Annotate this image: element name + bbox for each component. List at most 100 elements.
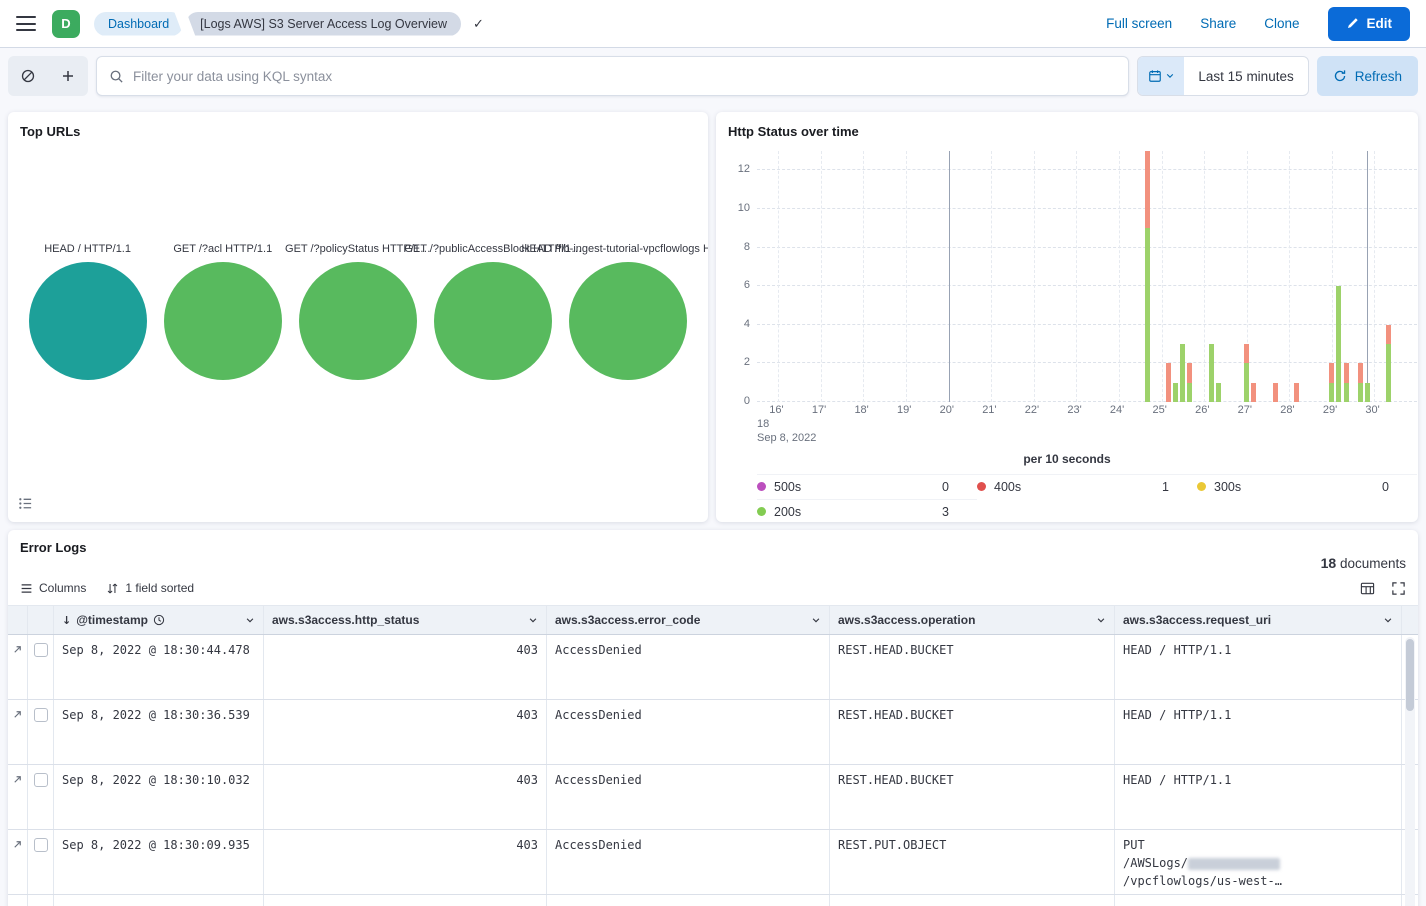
- legend-value: 3: [942, 505, 949, 519]
- column-header-request-uri[interactable]: aws.s3access.request_uri: [1115, 606, 1402, 634]
- kql-input[interactable]: [133, 69, 1116, 84]
- http-status-panel: Http Status over time 024681012 16'17'18…: [716, 112, 1418, 522]
- bar-200s[interactable]: [1180, 344, 1185, 402]
- chevron-down-icon: [1096, 615, 1106, 625]
- dashboard-row: Top URLs HEAD / HTTP/1.1GET /?acl HTTP/1…: [8, 112, 1418, 522]
- cell-timestamp: Sep 8, 2022 @ 18:30:09.935: [54, 830, 264, 894]
- bar-400s[interactable]: [1251, 383, 1256, 402]
- x-gridline: [991, 151, 992, 402]
- expand-document-button[interactable]: [8, 765, 28, 829]
- column-header-operation[interactable]: aws.s3access.operation: [830, 606, 1115, 634]
- expand-document-button[interactable]: [8, 700, 28, 764]
- pencil-icon: [1346, 17, 1359, 30]
- legend-item[interactable]: 200s3: [757, 499, 977, 523]
- x-axis-label: 24': [1110, 404, 1124, 416]
- legend-item[interactable]: 500s0: [757, 474, 977, 499]
- bar-400s[interactable]: [1145, 151, 1150, 228]
- date-picker: Last 15 minutes: [1137, 56, 1308, 96]
- bar-200s[interactable]: [1209, 344, 1214, 402]
- y-axis-label: 8: [744, 241, 750, 253]
- columns-button[interactable]: Columns: [20, 581, 86, 595]
- space-avatar[interactable]: D: [52, 10, 80, 38]
- pie-chart-label: HEAD / HTTP/1.1: [44, 243, 131, 255]
- row-checkbox[interactable]: [34, 773, 48, 787]
- display-options-button[interactable]: [1360, 581, 1375, 596]
- cell-request-uri: [1115, 895, 1402, 906]
- full-screen-grid-button[interactable]: [1391, 581, 1406, 596]
- menu-toggle-button[interactable]: [16, 16, 36, 31]
- bar-200s[interactable]: [1187, 383, 1192, 402]
- bar-400s[interactable]: [1244, 344, 1249, 363]
- bar-200s[interactable]: [1244, 363, 1249, 402]
- column-header-timestamp[interactable]: ↓@timestamp: [54, 606, 264, 634]
- legend-item[interactable]: 400s1: [977, 474, 1197, 499]
- bar-200s[interactable]: [1344, 383, 1349, 402]
- table-scrollbar[interactable]: [1405, 637, 1415, 906]
- y-gridline: [757, 362, 1417, 363]
- cell-http-status: 403: [264, 765, 547, 829]
- x-axis-label: 23': [1067, 404, 1081, 416]
- x-gridline: [1076, 151, 1077, 402]
- expand-document-button[interactable]: [8, 635, 28, 699]
- column-header-error-code[interactable]: aws.s3access.error_code: [547, 606, 830, 634]
- bar-400s[interactable]: [1166, 363, 1171, 402]
- pie-chart[interactable]: [434, 262, 552, 380]
- bar-200s[interactable]: [1329, 383, 1334, 402]
- kql-search-box: [96, 56, 1129, 96]
- redacted-text: [1188, 858, 1280, 870]
- time-range-text[interactable]: Last 15 minutes: [1184, 57, 1307, 95]
- row-checkbox[interactable]: [34, 708, 48, 722]
- legend-item[interactable]: 300s0: [1197, 474, 1417, 499]
- full-screen-button[interactable]: Full screen: [1106, 16, 1172, 31]
- column-header-http-status[interactable]: aws.s3access.http_status: [264, 606, 547, 634]
- error-logs-panel: Error Logs 18 documents Columns 1 field …: [8, 530, 1418, 906]
- cell-operation: REST.HEAD.BUCKET: [830, 700, 1115, 764]
- pie-chart[interactable]: [299, 262, 417, 380]
- breadcrumb-dashboard[interactable]: Dashboard: [94, 12, 183, 36]
- pie-chart[interactable]: [29, 262, 147, 380]
- bar-200s[interactable]: [1145, 228, 1150, 402]
- row-checkbox[interactable]: [34, 643, 48, 657]
- bar-400s[interactable]: [1386, 325, 1391, 344]
- select-row-cell: [28, 700, 54, 764]
- disable-filters-icon-button[interactable]: [8, 56, 48, 96]
- pie-chart[interactable]: [569, 262, 687, 380]
- table-row: Sep 8, 2022 @ 18:30:44.478403AccessDenie…: [8, 635, 1418, 700]
- cell-error-code: AccessDenied: [547, 765, 830, 829]
- bar-400s[interactable]: [1273, 383, 1278, 402]
- expand-document-button[interactable]: [8, 830, 28, 894]
- breadcrumb-current-dashboard[interactable]: [Logs AWS] S3 Server Access Log Overview: [186, 12, 461, 36]
- bar-400s[interactable]: [1187, 363, 1192, 382]
- calendar-menu-button[interactable]: [1138, 57, 1184, 95]
- bar-200s[interactable]: [1358, 383, 1363, 402]
- bar-200s[interactable]: [1173, 383, 1178, 402]
- bar-400s[interactable]: [1358, 363, 1363, 382]
- add-filter-icon-button[interactable]: [48, 56, 88, 96]
- bar-400s[interactable]: [1294, 383, 1299, 402]
- cell-request-uri: HEAD / HTTP/1.1: [1115, 700, 1402, 764]
- refresh-button[interactable]: Refresh: [1317, 56, 1418, 96]
- panel-title: Error Logs: [20, 540, 1406, 555]
- x-gridline: [821, 151, 822, 402]
- bar-200s[interactable]: [1336, 286, 1341, 402]
- hamburger-line: [16, 29, 36, 31]
- sort-desc-icon: ↓: [62, 614, 71, 627]
- pie-chart[interactable]: [164, 262, 282, 380]
- scrollbar-thumb[interactable]: [1406, 639, 1414, 711]
- bar-200s[interactable]: [1386, 344, 1391, 402]
- bar-200s[interactable]: [1216, 383, 1221, 402]
- sort-fields-button[interactable]: 1 field sorted: [106, 581, 194, 595]
- bar-200s[interactable]: [1365, 383, 1370, 402]
- x-axis-label: 18': [854, 404, 868, 416]
- share-button[interactable]: Share: [1200, 16, 1236, 31]
- row-checkbox[interactable]: [34, 838, 48, 852]
- bar-400s[interactable]: [1344, 363, 1349, 382]
- bar-400s[interactable]: [1329, 363, 1334, 382]
- sort-button-label: 1 field sorted: [125, 581, 194, 595]
- table-row: Sep 8, 2022 @ 18:30:36.539403AccessDenie…: [8, 700, 1418, 765]
- hamburger-line: [16, 16, 36, 18]
- legend-toggle-button[interactable]: [18, 496, 33, 514]
- column-header-label: aws.s3access.http_status: [272, 613, 419, 627]
- clone-button[interactable]: Clone: [1264, 16, 1299, 31]
- edit-button[interactable]: Edit: [1328, 7, 1411, 41]
